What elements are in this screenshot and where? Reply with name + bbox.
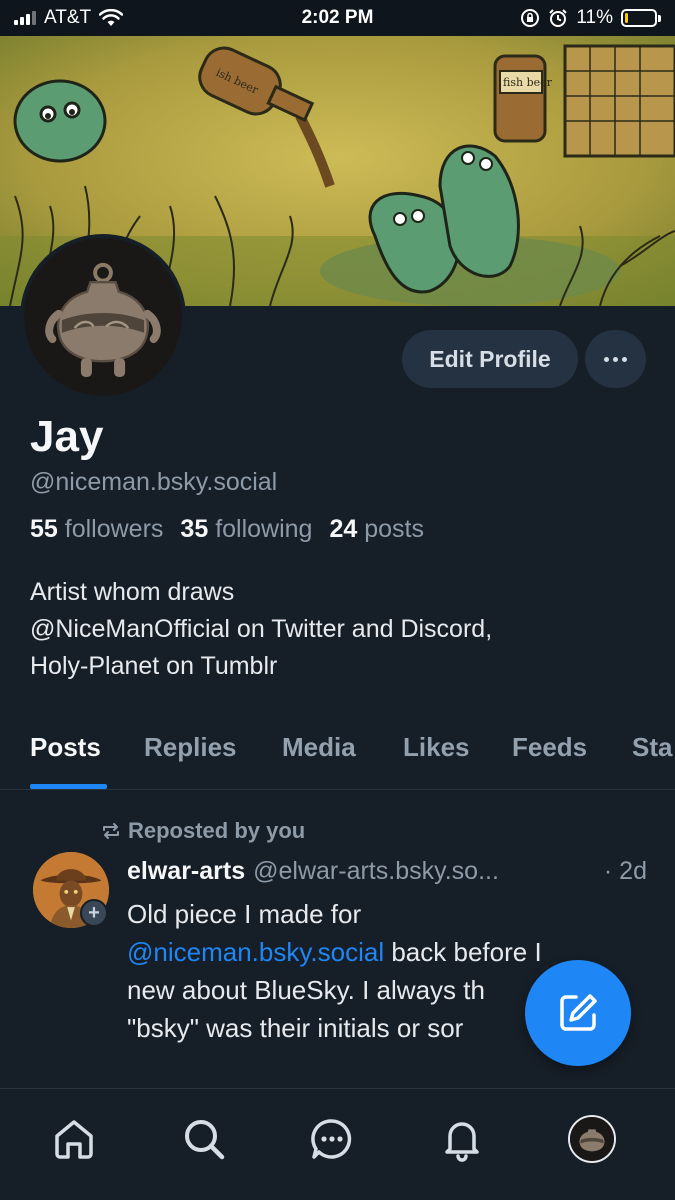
ellipsis-icon — [604, 356, 609, 362]
status-bar: AT&T 2:02 PM 11% — [0, 0, 675, 36]
battery-level-fill — [625, 13, 629, 23]
signal-icon — [14, 11, 36, 25]
tab-likes[interactable]: Likes — [403, 732, 470, 763]
battery-icon — [621, 9, 661, 27]
tab-replies[interactable]: Replies — [144, 732, 237, 763]
bottom-navigation — [0, 1088, 675, 1200]
profile-tabs: Posts Replies Media Likes Feeds Sta — [0, 712, 675, 790]
post-author-name[interactable]: elwar-arts — [127, 857, 245, 886]
follow-plus-button[interactable]: + — [80, 899, 108, 927]
profile-avatar[interactable] — [20, 234, 186, 400]
tab-feeds[interactable]: Feeds — [512, 732, 587, 763]
status-right: 11% — [520, 7, 661, 29]
status-left: AT&T — [14, 7, 124, 29]
following-stat[interactable]: 35 following — [180, 515, 312, 544]
nav-notifications[interactable] — [434, 1111, 490, 1167]
tab-posts[interactable]: Posts — [30, 732, 101, 763]
alarm-icon — [549, 9, 568, 27]
nav-home[interactable] — [46, 1111, 102, 1167]
bell-icon — [445, 1122, 479, 1162]
post-header: elwar-arts @elwar-arts.bsky.so... · 2d — [127, 857, 647, 886]
posts-stat: 24 posts — [329, 515, 424, 543]
active-tab-indicator — [30, 784, 107, 789]
repost-icon — [103, 823, 119, 839]
bio-line: Holy-Planet on Tumblr — [30, 652, 278, 680]
compose-icon — [560, 994, 597, 1031]
post-author-handle[interactable]: @elwar-arts.bsky.so... — [253, 857, 592, 886]
profile-handle: @niceman.bsky.social — [30, 468, 278, 496]
avatar-jar-image — [24, 238, 182, 396]
lock-rotation-icon — [521, 9, 540, 27]
more-options-button[interactable] — [585, 330, 646, 388]
tab-media[interactable]: Media — [282, 732, 356, 763]
nav-profile[interactable] — [564, 1111, 620, 1167]
avatar-jar-image — [570, 1117, 614, 1161]
repost-label: Reposted by you — [128, 818, 306, 843]
profile-avatar-small — [568, 1115, 616, 1163]
wifi-icon — [99, 9, 124, 26]
nav-chat[interactable] — [304, 1111, 360, 1167]
search-icon — [185, 1120, 225, 1160]
edit-profile-button[interactable]: Edit Profile — [402, 330, 578, 388]
display-name: Jay — [30, 412, 104, 461]
chat-icon — [311, 1119, 352, 1159]
carrier-label: AT&T — [44, 7, 92, 28]
profile-bio: Artist whom draws @NiceManOfficial on Tw… — [30, 574, 492, 685]
bottle-label: fish beer — [503, 76, 553, 89]
bio-line: @NiceManOfficial on Twitter and Discord, — [30, 615, 493, 643]
repost-indicator: Reposted by you — [100, 818, 305, 844]
followers-stat[interactable]: 55 followers — [30, 515, 163, 544]
post-timestamp: · 2d — [603, 857, 647, 885]
post-mention-link[interactable]: @niceman.bsky.social — [127, 937, 384, 967]
bio-line: Artist whom draws — [30, 578, 235, 606]
home-icon — [55, 1120, 93, 1159]
profile-stats: 55 followers 35 following 24 posts — [30, 515, 424, 544]
tab-starter-packs[interactable]: Sta — [632, 732, 672, 763]
nav-search[interactable] — [176, 1111, 232, 1167]
post-line: Old piece I made for — [127, 899, 362, 929]
compose-post-button[interactable] — [525, 960, 631, 1066]
battery-percent: 11% — [576, 7, 613, 28]
